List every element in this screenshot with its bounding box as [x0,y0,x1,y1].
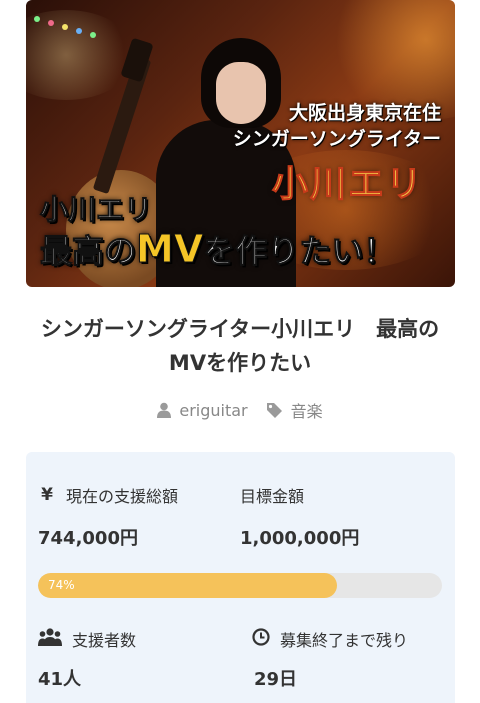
hero-tagline-line1: 大阪出身東京在住 [288,102,441,124]
goal-amount-label-text: 目標金額 [240,487,305,506]
category-link[interactable]: 音楽 [266,398,323,422]
current-amount-label: ¥ 現在の支援総額 [38,483,178,507]
hero-caption: 小川エリ 最高のMVを作りたい！ [39,192,396,272]
hero-tagline-line2: シンガーソングライター [232,128,441,150]
user-icon [157,402,172,418]
funding-stats-card: ¥ 現在の支援総額 744,000円 目標金額 1,000,000円 74% 支… [26,452,455,703]
hero-caption-line1: 小川エリ [39,193,153,227]
current-amount-value: 744,000円 [38,528,138,549]
goal-amount-value: 1,000,000円 [240,528,360,549]
backers-label-text: 支援者数 [72,631,137,650]
hero-caption-pre: 最高の [39,232,137,271]
current-amount-label-text: 現在の支援総額 [66,487,179,506]
project-meta: eriguitar 音楽 [0,398,480,422]
funding-progress-fill: 74% [38,573,337,598]
funding-progress-bar: 74% [38,573,442,598]
hero-caption-line2: 最高のMVを作りたい！ [39,227,396,272]
remaining-value: 29日 [254,669,298,690]
hero-tagline: 大阪出身東京在住 シンガーソングライター [233,100,441,152]
backers-value: 41人 [38,669,82,690]
remaining-label-text: 募集終了まで残り [280,631,409,650]
users-icon [38,628,62,650]
remaining-label: 募集終了まで残り [252,627,408,651]
project-hero-image[interactable]: 大阪出身東京在住 シンガーソングライター 小川エリ 小川エリ 最高のMVを作りた… [26,0,455,287]
owner-link[interactable]: eriguitar [157,400,248,420]
goal-amount-label: 目標金額 [240,483,304,507]
string-lights [34,10,114,40]
hero-caption-mv: MV [136,227,204,271]
yen-icon: ¥ [41,485,53,505]
tag-icon [266,402,283,419]
backers-label: 支援者数 [38,627,136,651]
project-title: シンガーソングライター小川エリ 最高のMVを作りたい [40,317,440,375]
funding-progress-text: 74% [48,578,75,592]
clock-icon [252,628,270,650]
owner-name: eriguitar [179,400,248,420]
category-name: 音楽 [290,402,323,421]
hero-caption-post: を作りたい！ [203,232,396,271]
